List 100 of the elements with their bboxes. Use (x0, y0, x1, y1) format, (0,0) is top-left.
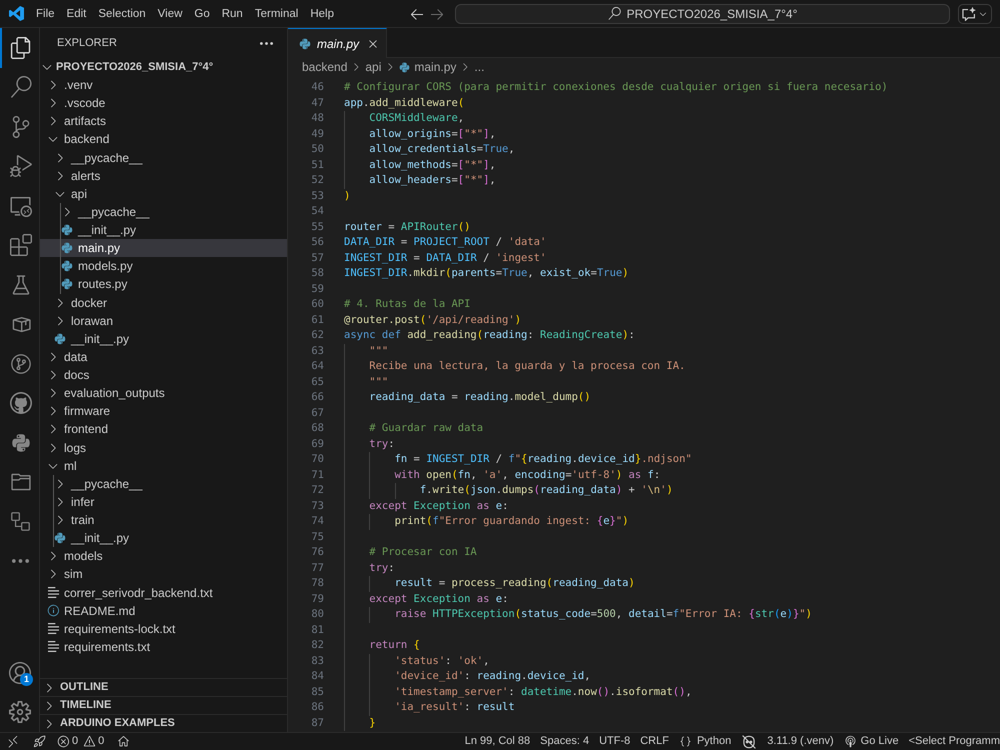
python-icon (299, 38, 311, 50)
python-icon (54, 332, 66, 345)
slashed-bot-icon[interactable] (742, 734, 756, 748)
source-control-icon (10, 116, 32, 138)
play-bug-icon (10, 155, 32, 178)
tree-item[interactable]: __pycache__ (40, 202, 287, 221)
code-line: INGEST_DIR = DATA_DIR / 'ingest' (344, 252, 546, 264)
tree-item[interactable]: .venv (40, 76, 287, 94)
tree-item[interactable]: evaluation_outputs (40, 384, 287, 402)
tree-item[interactable]: artifacts (40, 112, 287, 130)
line-number: 79 (310, 592, 324, 606)
line-number: 69 (310, 436, 324, 452)
tree-item[interactable]: api (40, 184, 287, 203)
home-icon[interactable] (117, 735, 130, 748)
tree-item[interactable]: requirements.txt (40, 638, 287, 656)
tree-item[interactable]: routes.py (40, 275, 287, 294)
text-lines-icon (48, 623, 58, 634)
code-line: allow_headers=["*"], (369, 174, 496, 186)
code-line: # Guardar raw data (369, 422, 484, 434)
broadcast-icon (844, 735, 857, 748)
line-number: 72 (310, 483, 324, 498)
tree-item[interactable]: firmware (40, 402, 287, 420)
section-header[interactable]: TIMELINE (40, 696, 287, 714)
tree-item[interactable]: sim (40, 565, 287, 584)
tree-item[interactable]: __pycache__ (40, 148, 287, 167)
python-icon (61, 260, 73, 272)
menu-item[interactable]: Terminal (248, 4, 304, 24)
code-line: except Exception as e: (369, 500, 508, 512)
settings-icon (8, 701, 30, 724)
line-number: 57 (310, 250, 324, 266)
command-center[interactable]: PROYECTO2026_SMISIA_7°4° (455, 4, 950, 24)
tree-item[interactable]: lorawan (40, 312, 287, 330)
app-logo-icon (8, 6, 24, 21)
tree-item[interactable]: main.py (40, 239, 287, 258)
tree-item[interactable]: infer (40, 492, 287, 511)
tree-item[interactable]: __init__.py (40, 330, 287, 348)
tree-item[interactable]: correr_serivodr_backend.txt (40, 584, 287, 602)
tree-item[interactable]: train (40, 511, 287, 530)
problems-button[interactable]: 0 0 (57, 733, 104, 750)
breadcrumb[interactable]: ... (473, 58, 486, 76)
tree-item[interactable]: backend (40, 130, 287, 148)
menu-item[interactable]: Run (216, 4, 249, 24)
status-item[interactable]: Spaces: 4 (535, 733, 594, 750)
editor-tab[interactable]: main.py (288, 28, 387, 58)
menu-item[interactable]: View (152, 4, 188, 24)
tree-item[interactable]: models.py (40, 257, 287, 276)
linked-squares-icon (11, 512, 30, 532)
tree-item[interactable]: models (40, 547, 287, 566)
sidebar-title: EXPLORER (57, 36, 117, 51)
line-number: 85 (310, 684, 324, 700)
menu-item[interactable]: Edit (60, 4, 92, 24)
tree-item[interactable]: frontend (40, 420, 287, 438)
remote-icon[interactable] (6, 734, 20, 748)
code-line: allow_credentials=True, (369, 143, 515, 155)
line-number: 68 (310, 421, 324, 436)
tree-item[interactable]: docker (40, 294, 287, 312)
tree-item[interactable]: __init__.py (40, 529, 287, 548)
line-number: 78 (310, 576, 324, 591)
tree-item[interactable]: logs (40, 438, 287, 457)
chat-menu-button[interactable] (958, 4, 992, 24)
breadcrumb[interactable]: backend (301, 58, 348, 76)
tree-item[interactable]: ml (40, 456, 287, 475)
status-item[interactable]: UTF-8 (594, 733, 636, 750)
tree-item[interactable]: .vscode (40, 94, 287, 112)
python-icon (399, 62, 410, 72)
menu-item[interactable]: Go (188, 4, 216, 24)
line-number: 56 (310, 235, 324, 250)
code-line: @router.post('/api/reading') (344, 314, 522, 326)
menu-item[interactable]: Help (304, 4, 340, 24)
menu-item[interactable]: Selection (92, 4, 152, 24)
more-icon[interactable] (260, 42, 273, 44)
folder-icon (10, 471, 32, 494)
breadcrumb[interactable]: main.py (398, 58, 458, 76)
tree-item[interactable]: alerts (40, 166, 287, 185)
circle-branch-icon (10, 354, 30, 374)
status-item[interactable]: 3.11.9 (.venv) (762, 733, 839, 750)
tree-item[interactable]: __init__.py (40, 221, 287, 240)
code-line: # Procesar con IA (369, 546, 477, 558)
status-item[interactable]: Python (674, 733, 736, 750)
status-item[interactable]: CRLF (635, 733, 674, 750)
accounts-button[interactable]: 1 (0, 653, 39, 692)
section-header[interactable]: OUTLINE (40, 678, 287, 696)
status-item[interactable]: Ln 99, Col 88 (460, 733, 536, 750)
search-icon (608, 7, 621, 20)
tree-item[interactable]: data (40, 348, 287, 366)
tree-item[interactable]: __pycache__ (40, 474, 287, 493)
line-number: 47 (310, 96, 324, 110)
code-line: fn = INGEST_DIR / f"{reading.device_id}.ndjson" (394, 453, 692, 465)
tree-item[interactable]: README.md (40, 602, 287, 620)
breadcrumb[interactable]: api (364, 58, 382, 76)
line-number: 82 (310, 638, 324, 653)
workspace-folder[interactable]: PROYECTO2026_SMISIA_7°4° (40, 58, 287, 76)
status-item[interactable]: Go Live (838, 733, 904, 750)
line-number: 55 (310, 220, 324, 234)
rocket-icon[interactable] (33, 735, 46, 748)
status-item[interactable]: <Select Programm (904, 733, 1000, 750)
tree-item[interactable]: docs (40, 366, 287, 384)
tree-item[interactable]: requirements-lock.txt (40, 620, 287, 638)
menu-item[interactable]: File (30, 4, 61, 24)
code-line: f.write(json.dumps(reading_data) + '\n') (420, 484, 673, 496)
